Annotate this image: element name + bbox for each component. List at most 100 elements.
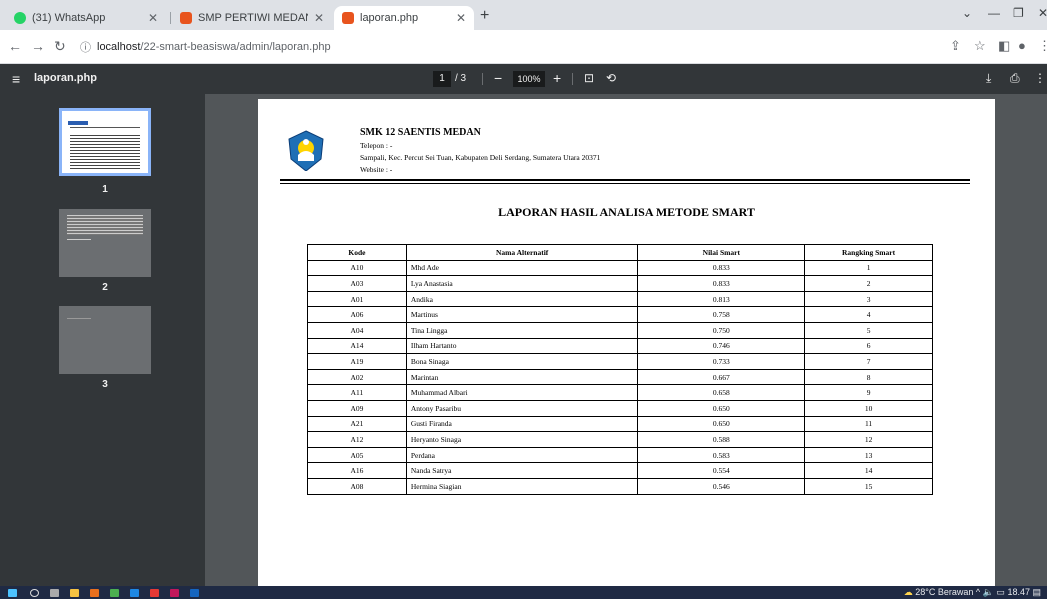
file-explorer-icon[interactable] [70, 589, 79, 597]
kode-cell: A09 [307, 399, 407, 417]
app-icon[interactable] [170, 589, 179, 597]
rangking-cell: 15 [804, 477, 933, 495]
tut-wuri-handayani-logo-icon [288, 130, 324, 171]
nama-cell: Heryanto Sinaga [405, 431, 639, 448]
table-row: A08 Hermina Siagian 0.546 15 [307, 477, 933, 495]
nilai-cell: 0.583 [637, 446, 806, 464]
rangking-cell: 6 [804, 337, 933, 355]
tray-chevron-icon[interactable]: ^ [976, 587, 980, 597]
page-thumbnail-2[interactable] [59, 209, 151, 277]
fit-to-page-icon[interactable]: ⊡ [584, 71, 594, 85]
taskbar: ☁ 28°C Berawan ^ 🔈 ▭ 18.47 ▤ [0, 586, 1047, 599]
windows-start-icon[interactable] [8, 589, 17, 597]
kode-cell: A01 [307, 290, 407, 308]
table-row: A12 Heryanto Sinaga 0.588 12 [307, 431, 933, 448]
kode-cell: A06 [307, 306, 407, 323]
close-tab-icon[interactable]: ✕ [456, 11, 466, 25]
tab-title: SMP PERTIWI MEDAN [198, 12, 308, 24]
header-rule [280, 179, 970, 181]
profile-avatar-icon[interactable]: ● [1018, 38, 1026, 53]
bookmark-star-icon[interactable]: ☆ [974, 38, 986, 54]
hamburger-menu-icon[interactable]: ≡ [12, 71, 20, 87]
table-row: A11 Muhammad Albari 0.658 9 [307, 384, 933, 401]
share-icon[interactable]: ⇪ [950, 38, 961, 54]
thumbnail-label: 2 [102, 282, 108, 293]
close-window-icon[interactable]: ✕ [1038, 6, 1047, 20]
notification-icon[interactable]: ▤ [1032, 587, 1041, 597]
toolbar-divider [482, 73, 483, 85]
info-icon[interactable]: ⓘ [80, 39, 91, 55]
kode-cell: A14 [307, 337, 407, 355]
tab-search-icon[interactable]: ⌄ [962, 6, 972, 20]
back-icon[interactable]: ← [8, 38, 22, 54]
column-header: Kode [307, 244, 407, 261]
more-options-icon[interactable]: ⋮ [1034, 71, 1046, 85]
page-number-input[interactable]: 1 [433, 71, 451, 87]
rangking-cell: 1 [804, 259, 933, 277]
restore-icon[interactable]: ❐ [1013, 6, 1024, 20]
browser-menu-icon[interactable]: ⋮ [1038, 38, 1047, 54]
rangking-cell: 3 [804, 290, 933, 308]
tab-smp-pertiwi[interactable]: SMP PERTIWI MEDAN ✕ [172, 6, 332, 30]
rangking-cell: 13 [804, 446, 933, 464]
page-thumbnail-1[interactable] [59, 108, 151, 176]
table-row: A14 Ilham Hartanto 0.746 6 [307, 337, 933, 355]
chrome-icon[interactable] [110, 589, 119, 597]
tab-whatsapp[interactable]: (31) WhatsApp ✕ [6, 6, 166, 30]
zoom-out-icon[interactable]: − [494, 70, 502, 86]
nama-cell: Hermina Siagian [405, 477, 639, 495]
nama-cell: Perdana [405, 446, 639, 464]
rangking-cell: 11 [804, 415, 933, 433]
clock: 18.47 [1007, 587, 1030, 597]
page-thumbnail-3[interactable] [59, 306, 151, 374]
rangking-cell: 12 [804, 431, 933, 448]
whatsapp-icon [14, 12, 26, 24]
kode-cell: A11 [307, 384, 407, 401]
forward-icon[interactable]: → [31, 38, 45, 54]
toolbar-divider [572, 73, 573, 85]
download-icon[interactable]: ⤓ [986, 71, 991, 86]
volume-icon[interactable]: 🔈 [983, 587, 994, 597]
thumbnail-label: 1 [102, 184, 108, 195]
reload-icon[interactable]: ↻ [54, 38, 66, 55]
close-tab-icon[interactable]: ✕ [148, 11, 158, 25]
page-total: / 3 [455, 73, 467, 84]
pdf-page: SMK 12 SAENTIS MEDAN Telepon : - Sampali… [258, 99, 995, 589]
table-row: A09 Antony Pasaribu 0.650 10 [307, 399, 933, 417]
zoom-in-icon[interactable]: + [553, 70, 561, 86]
rangking-cell: 9 [804, 384, 933, 401]
print-icon[interactable]: ⎙ [1010, 71, 1020, 86]
tab-laporan[interactable]: laporan.php ✕ [334, 6, 474, 30]
url-field[interactable]: ⓘ localhost/22-smart-beasiswa/admin/lapo… [80, 36, 940, 58]
close-tab-icon[interactable]: ✕ [314, 11, 324, 25]
school-name: SMK 12 SAENTIS MEDAN [360, 127, 481, 138]
table-row: A19 Bona Sinaga 0.733 7 [307, 353, 933, 370]
app-icon[interactable] [150, 589, 159, 597]
pdf-filename: laporan.php [34, 72, 97, 84]
nilai-cell: 0.750 [637, 321, 806, 339]
nama-cell: Mhd Ade [405, 259, 639, 277]
url-path: /22-smart-beasiswa/admin/laporan.php [140, 41, 331, 53]
rotate-icon[interactable]: ⟲ [606, 71, 616, 85]
task-view-icon[interactable] [50, 589, 59, 597]
nilai-cell: 0.733 [637, 353, 806, 370]
app-icon[interactable] [130, 589, 139, 597]
codeigniter-icon [180, 12, 192, 24]
pdf-viewer[interactable]: SMK 12 SAENTIS MEDAN Telepon : - Sampali… [205, 94, 1047, 589]
search-icon[interactable] [30, 589, 39, 597]
nilai-cell: 0.546 [637, 477, 806, 495]
app-icon[interactable] [90, 589, 99, 597]
word-icon[interactable] [190, 589, 199, 597]
report-table: Kode Nama Alternatif Nilai Smart Rangkin… [307, 244, 933, 495]
nilai-cell: 0.650 [637, 399, 806, 417]
side-panel-icon[interactable]: ◧ [998, 38, 1010, 54]
kode-cell: A21 [307, 415, 407, 433]
nilai-cell: 0.758 [637, 306, 806, 323]
zoom-level-input[interactable]: 100% [513, 71, 545, 87]
battery-icon[interactable]: ▭ [996, 587, 1005, 597]
minimize-icon[interactable]: — [988, 6, 1000, 20]
thumbnail-sidebar: 1 2 3 [0, 94, 205, 586]
new-tab-button[interactable]: + [480, 7, 489, 25]
column-header: Nilai Smart [637, 244, 806, 261]
system-tray[interactable]: ☁ 28°C Berawan ^ 🔈 ▭ 18.47 ▤ [904, 587, 1041, 598]
